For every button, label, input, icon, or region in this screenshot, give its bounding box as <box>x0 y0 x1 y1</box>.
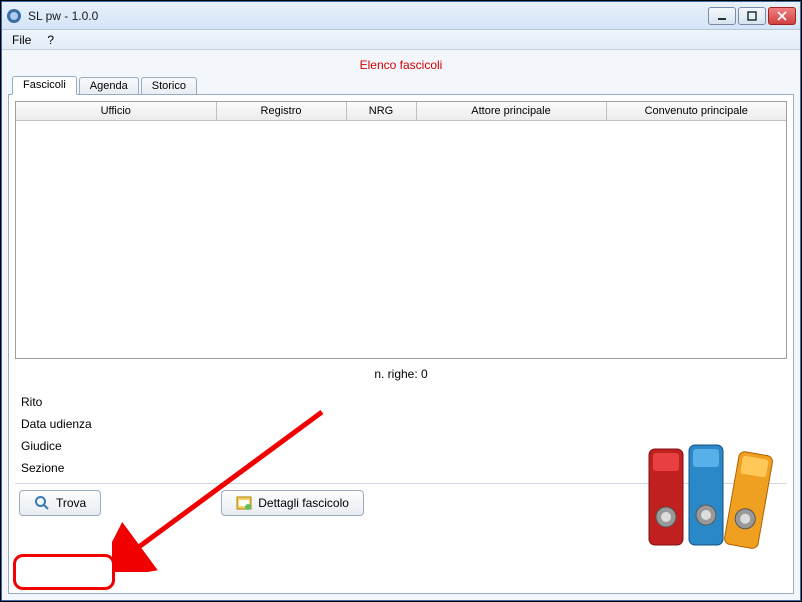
tab-panel-fascicoli: Ufficio Registro NRG Attore principale C… <box>8 94 794 594</box>
fascicoli-table: Ufficio Registro NRG Attore principale C… <box>16 102 786 121</box>
close-button[interactable] <box>768 7 796 25</box>
details-icon <box>236 495 252 511</box>
maximize-button[interactable] <box>738 7 766 25</box>
titlebar: SL pw - 1.0.0 <box>2 2 800 30</box>
dettagli-button[interactable]: Dettagli fascicolo <box>221 490 364 516</box>
app-icon <box>6 8 22 24</box>
menu-file[interactable]: File <box>8 33 35 47</box>
dettagli-label: Dettagli fascicolo <box>258 496 349 510</box>
filter-rito: Rito <box>21 391 787 413</box>
table-container: Ufficio Registro NRG Attore principale C… <box>15 101 787 359</box>
row-count-label: n. righe: 0 <box>15 367 787 381</box>
filter-data-udienza: Data udienza <box>21 413 787 435</box>
page-heading: Elenco fascicoli <box>8 58 794 72</box>
menubar: File ? <box>2 30 800 50</box>
app-window: SL pw - 1.0.0 File ? Elenco fascicoli Fa… <box>1 1 801 601</box>
search-icon <box>34 495 50 511</box>
tab-fascicoli[interactable]: Fascicoli <box>12 76 77 95</box>
col-registro[interactable]: Registro <box>216 102 346 120</box>
tab-strip: Fascicoli Agenda Storico <box>8 76 794 95</box>
col-attore[interactable]: Attore principale <box>416 102 606 120</box>
col-convenuto[interactable]: Convenuto principale <box>606 102 786 120</box>
col-ufficio[interactable]: Ufficio <box>16 102 216 120</box>
col-nrg[interactable]: NRG <box>346 102 416 120</box>
binders-illustration <box>645 443 775 553</box>
menu-help[interactable]: ? <box>43 33 58 47</box>
window-controls <box>708 7 796 25</box>
content-area: Elenco fascicoli Fascicoli Agenda Storic… <box>2 50 800 600</box>
trova-label: Trova <box>56 496 86 510</box>
trova-button[interactable]: Trova <box>19 490 101 516</box>
minimize-button[interactable] <box>708 7 736 25</box>
window-title: SL pw - 1.0.0 <box>28 9 708 23</box>
